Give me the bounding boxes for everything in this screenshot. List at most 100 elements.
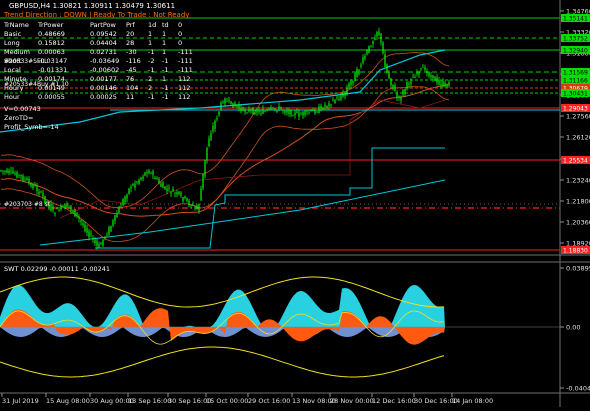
candle-body (68, 205, 70, 207)
info-table-cell: 2 (148, 84, 152, 92)
candle-body (364, 56, 366, 59)
candle-body (132, 184, 134, 186)
price-level-badge-label: 1.25534 (563, 158, 588, 165)
info-table-cell: 0.00146 (90, 84, 117, 92)
candle-body (142, 176, 144, 179)
candle-body (60, 205, 62, 210)
candle-body (356, 68, 358, 77)
candle-body (296, 111, 298, 113)
price-tick-label: 1.23240 (566, 177, 590, 185)
candle-body (170, 192, 172, 194)
candle-body (338, 98, 340, 101)
candle-body (222, 102, 224, 104)
candle-body (164, 186, 166, 189)
candle-body (8, 170, 10, 174)
candle-body (126, 194, 128, 199)
candle-body (134, 183, 136, 188)
candle-body (20, 174, 22, 177)
candle-body (30, 183, 32, 186)
candle-body (304, 110, 306, 115)
candle-body (194, 206, 196, 208)
info-table-cell: -30 (126, 48, 137, 56)
candle-body (412, 77, 414, 79)
time-tick-label: 15 Aug 08:00 (46, 397, 90, 405)
candle-body (102, 239, 104, 246)
candle-body (262, 109, 264, 114)
candle-body (440, 84, 442, 86)
candle-body (402, 90, 404, 95)
candle-body (376, 31, 378, 37)
symbol-header: GBPUSD,H4 1.30821 1.30911 1.30479 1.3061… (9, 2, 175, 10)
info-table-cell: -116 (126, 57, 141, 65)
candle-body (268, 108, 270, 110)
candle-body (250, 109, 252, 111)
candle-body (414, 76, 416, 78)
candle-body (100, 242, 102, 245)
candle-body (360, 64, 362, 67)
chart-canvas[interactable]: 1.347601.333201.318801.304401.290001.275… (0, 0, 590, 407)
candle-body (284, 111, 286, 113)
price-level-badge-label: 1.31166 (563, 78, 588, 85)
info-table-cell: -1 (162, 66, 168, 74)
candle-body (436, 77, 438, 83)
candle-body (384, 54, 386, 68)
candle-body (288, 110, 290, 115)
candle-body (348, 83, 350, 90)
info-table-cell: -1 (162, 84, 168, 92)
osc-axis-label: 0.03895 (566, 265, 590, 273)
price-tick-label: 1.20360 (566, 219, 590, 227)
info-table-header: 1d (148, 21, 156, 29)
candle-body (422, 66, 424, 68)
candle-body (332, 99, 334, 101)
candle-body (0, 170, 2, 172)
price-tick-label: 1.26120 (566, 134, 590, 142)
trend-status: Trend Direction : DOWN | Ready To Trade … (3, 11, 189, 19)
trading-chart-window[interactable]: 1.347601.333201.318801.304401.290001.275… (0, 0, 590, 407)
candle-body (98, 244, 100, 248)
candle-body (398, 95, 400, 98)
candle-body (202, 173, 204, 189)
candle-body (342, 93, 344, 97)
info-table-cell: -0.01331 (38, 66, 67, 74)
order-label: #20533#SELL (4, 58, 48, 65)
info-table-cell: -45 (126, 66, 137, 74)
candle-body (312, 109, 314, 112)
info-table-cell: -1 (162, 93, 168, 101)
info-table-cell: 0.00025 (90, 93, 117, 101)
price-level-badge-label: 1.18830 (563, 248, 588, 255)
candle-body (302, 111, 304, 116)
candle-body (52, 206, 54, 210)
candle-body (198, 204, 200, 211)
candle-body (104, 236, 106, 238)
candle-body (34, 184, 36, 187)
candle-body (326, 105, 328, 108)
time-tick-label: 31 Jul 2019 (2, 397, 39, 405)
info-table-header: PartPow (90, 21, 116, 29)
info-table-cell: 0.15812 (38, 39, 65, 47)
info-table-cell: -0.00602 (90, 66, 119, 74)
candle-body (370, 46, 372, 48)
candle-body (188, 200, 190, 206)
candle-body (154, 177, 156, 180)
candle-body (258, 110, 260, 112)
candle-body (196, 205, 198, 210)
order-label: #20533#4Buy #1.10 (4, 81, 69, 88)
candle-body (92, 238, 94, 240)
candle-body (146, 172, 148, 174)
info-table-cell: 104 (126, 84, 138, 92)
candle-body (2, 170, 4, 172)
candle-body (444, 82, 446, 86)
candle-body (36, 186, 38, 191)
candle-body (166, 188, 168, 191)
candle-body (310, 109, 312, 112)
info-table-cell: 112 (178, 93, 190, 101)
info-table-cell: -0.03649 (90, 57, 119, 65)
osc-axis-label: 0.00 (566, 324, 580, 332)
candle-body (386, 64, 388, 73)
candle-body (448, 82, 450, 85)
candle-body (238, 104, 240, 109)
candle-body (282, 109, 284, 111)
info-table-header: Prf (126, 21, 135, 29)
candle-body (368, 45, 370, 53)
candle-body (128, 188, 130, 194)
